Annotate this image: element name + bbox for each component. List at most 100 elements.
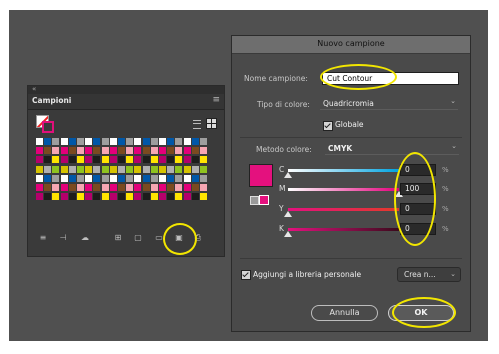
swatch[interactable]: [191, 138, 199, 145]
swatch[interactable]: [159, 156, 166, 164]
swatch[interactable]: [118, 193, 125, 201]
swatch[interactable]: [200, 165, 207, 173]
swatch[interactable]: [68, 147, 76, 155]
swatch[interactable]: [134, 147, 142, 155]
swatch[interactable]: [183, 165, 191, 173]
swatch[interactable]: [126, 138, 134, 145]
swatch[interactable]: [101, 184, 109, 191]
swatch[interactable]: [93, 174, 101, 182]
swatch[interactable]: [183, 156, 191, 164]
swatch[interactable]: [191, 147, 199, 155]
swatch[interactable]: [191, 156, 199, 164]
swatch[interactable]: [200, 184, 207, 191]
swatch[interactable]: [126, 156, 134, 164]
swatch[interactable]: [52, 193, 60, 201]
swatch[interactable]: [150, 193, 158, 201]
color-mode-dropdown[interactable]: CMYK ⌄: [325, 142, 459, 155]
new-color-group-icon[interactable]: ▢: [133, 233, 143, 242]
swatch[interactable]: [60, 138, 68, 145]
swatch[interactable]: [200, 174, 207, 182]
swatch[interactable]: [44, 193, 52, 201]
swatch[interactable]: [200, 193, 207, 201]
swatch[interactable]: [167, 147, 175, 155]
fill-stroke-indicator[interactable]: [36, 115, 54, 133]
swatch[interactable]: [159, 165, 166, 173]
library-dropdown[interactable]: Crea n... ⌄: [397, 267, 461, 282]
swatch[interactable]: [77, 184, 84, 191]
swatch[interactable]: [175, 184, 183, 191]
swatch[interactable]: [85, 193, 93, 201]
swatch[interactable]: [44, 174, 52, 182]
swatch[interactable]: [134, 165, 142, 173]
swatch[interactable]: [109, 193, 117, 201]
swatch[interactable]: [175, 165, 183, 173]
swatch[interactable]: [68, 165, 76, 173]
swatch[interactable]: [167, 165, 175, 173]
swatch[interactable]: [142, 193, 150, 201]
swatch[interactable]: [175, 147, 183, 155]
swatch[interactable]: [60, 156, 68, 164]
swatch[interactable]: [77, 147, 84, 155]
swatch[interactable]: [36, 156, 43, 164]
swatch[interactable]: [167, 184, 175, 191]
swatch[interactable]: [159, 138, 166, 145]
swatch[interactable]: [183, 147, 191, 155]
swatch[interactable]: [68, 174, 76, 182]
swatch[interactable]: [68, 156, 76, 164]
swatch[interactable]: [191, 184, 199, 191]
swatch[interactable]: [68, 193, 76, 201]
swatch[interactable]: [167, 193, 175, 201]
swatch[interactable]: [93, 193, 101, 201]
swatch[interactable]: [85, 184, 93, 191]
swatch[interactable]: [200, 138, 207, 145]
slider-track-k[interactable]: [288, 228, 399, 231]
slider-knob-c[interactable]: [284, 172, 292, 178]
swatch[interactable]: [142, 165, 150, 173]
swatch[interactable]: [118, 156, 125, 164]
swatch[interactable]: [85, 147, 93, 155]
swatch[interactable]: [126, 193, 134, 201]
color-type-dropdown[interactable]: Quadricromia ⌄: [320, 97, 458, 110]
swatch[interactable]: [142, 156, 150, 164]
swatch[interactable]: [44, 147, 52, 155]
swatch[interactable]: [200, 156, 207, 164]
swatch[interactable]: [36, 193, 43, 201]
swatch[interactable]: [52, 147, 60, 155]
slider-track-m[interactable]: [288, 188, 399, 191]
swatch[interactable]: [101, 193, 109, 201]
swatch[interactable]: [52, 174, 60, 182]
swatch[interactable]: [175, 193, 183, 201]
swatch[interactable]: [109, 147, 117, 155]
swatch[interactable]: [118, 174, 125, 182]
swatch[interactable]: [159, 174, 166, 182]
swatch[interactable]: [36, 147, 43, 155]
swatch[interactable]: [175, 174, 183, 182]
swatch[interactable]: [142, 184, 150, 191]
swatch[interactable]: [191, 193, 199, 201]
global-checkbox[interactable]: [323, 121, 333, 131]
swatch[interactable]: [101, 165, 109, 173]
swatch[interactable]: [134, 174, 142, 182]
swatch[interactable]: [77, 193, 84, 201]
swatch[interactable]: [175, 156, 183, 164]
dialog-titlebar[interactable]: Nuovo campione: [232, 36, 470, 54]
swatch[interactable]: [68, 184, 76, 191]
collapse-icon[interactable]: «: [32, 85, 36, 93]
swatch[interactable]: [77, 174, 84, 182]
swatch[interactable]: [126, 147, 134, 155]
swatch[interactable]: [93, 165, 101, 173]
swatch[interactable]: [93, 156, 101, 164]
swatch[interactable]: [118, 165, 125, 173]
swatch[interactable]: [85, 138, 93, 145]
slider-track-c[interactable]: [288, 169, 399, 172]
swatch[interactable]: [36, 165, 43, 173]
swatch[interactable]: [44, 184, 52, 191]
stroke-swatch-icon[interactable]: [42, 121, 54, 133]
swatch[interactable]: [150, 147, 158, 155]
swatch[interactable]: [183, 138, 191, 145]
slider-knob-k[interactable]: [284, 231, 292, 237]
swatch[interactable]: [93, 147, 101, 155]
swatch[interactable]: [109, 184, 117, 191]
panel-titlebar[interactable]: «: [28, 85, 224, 94]
swatch[interactable]: [36, 184, 43, 191]
